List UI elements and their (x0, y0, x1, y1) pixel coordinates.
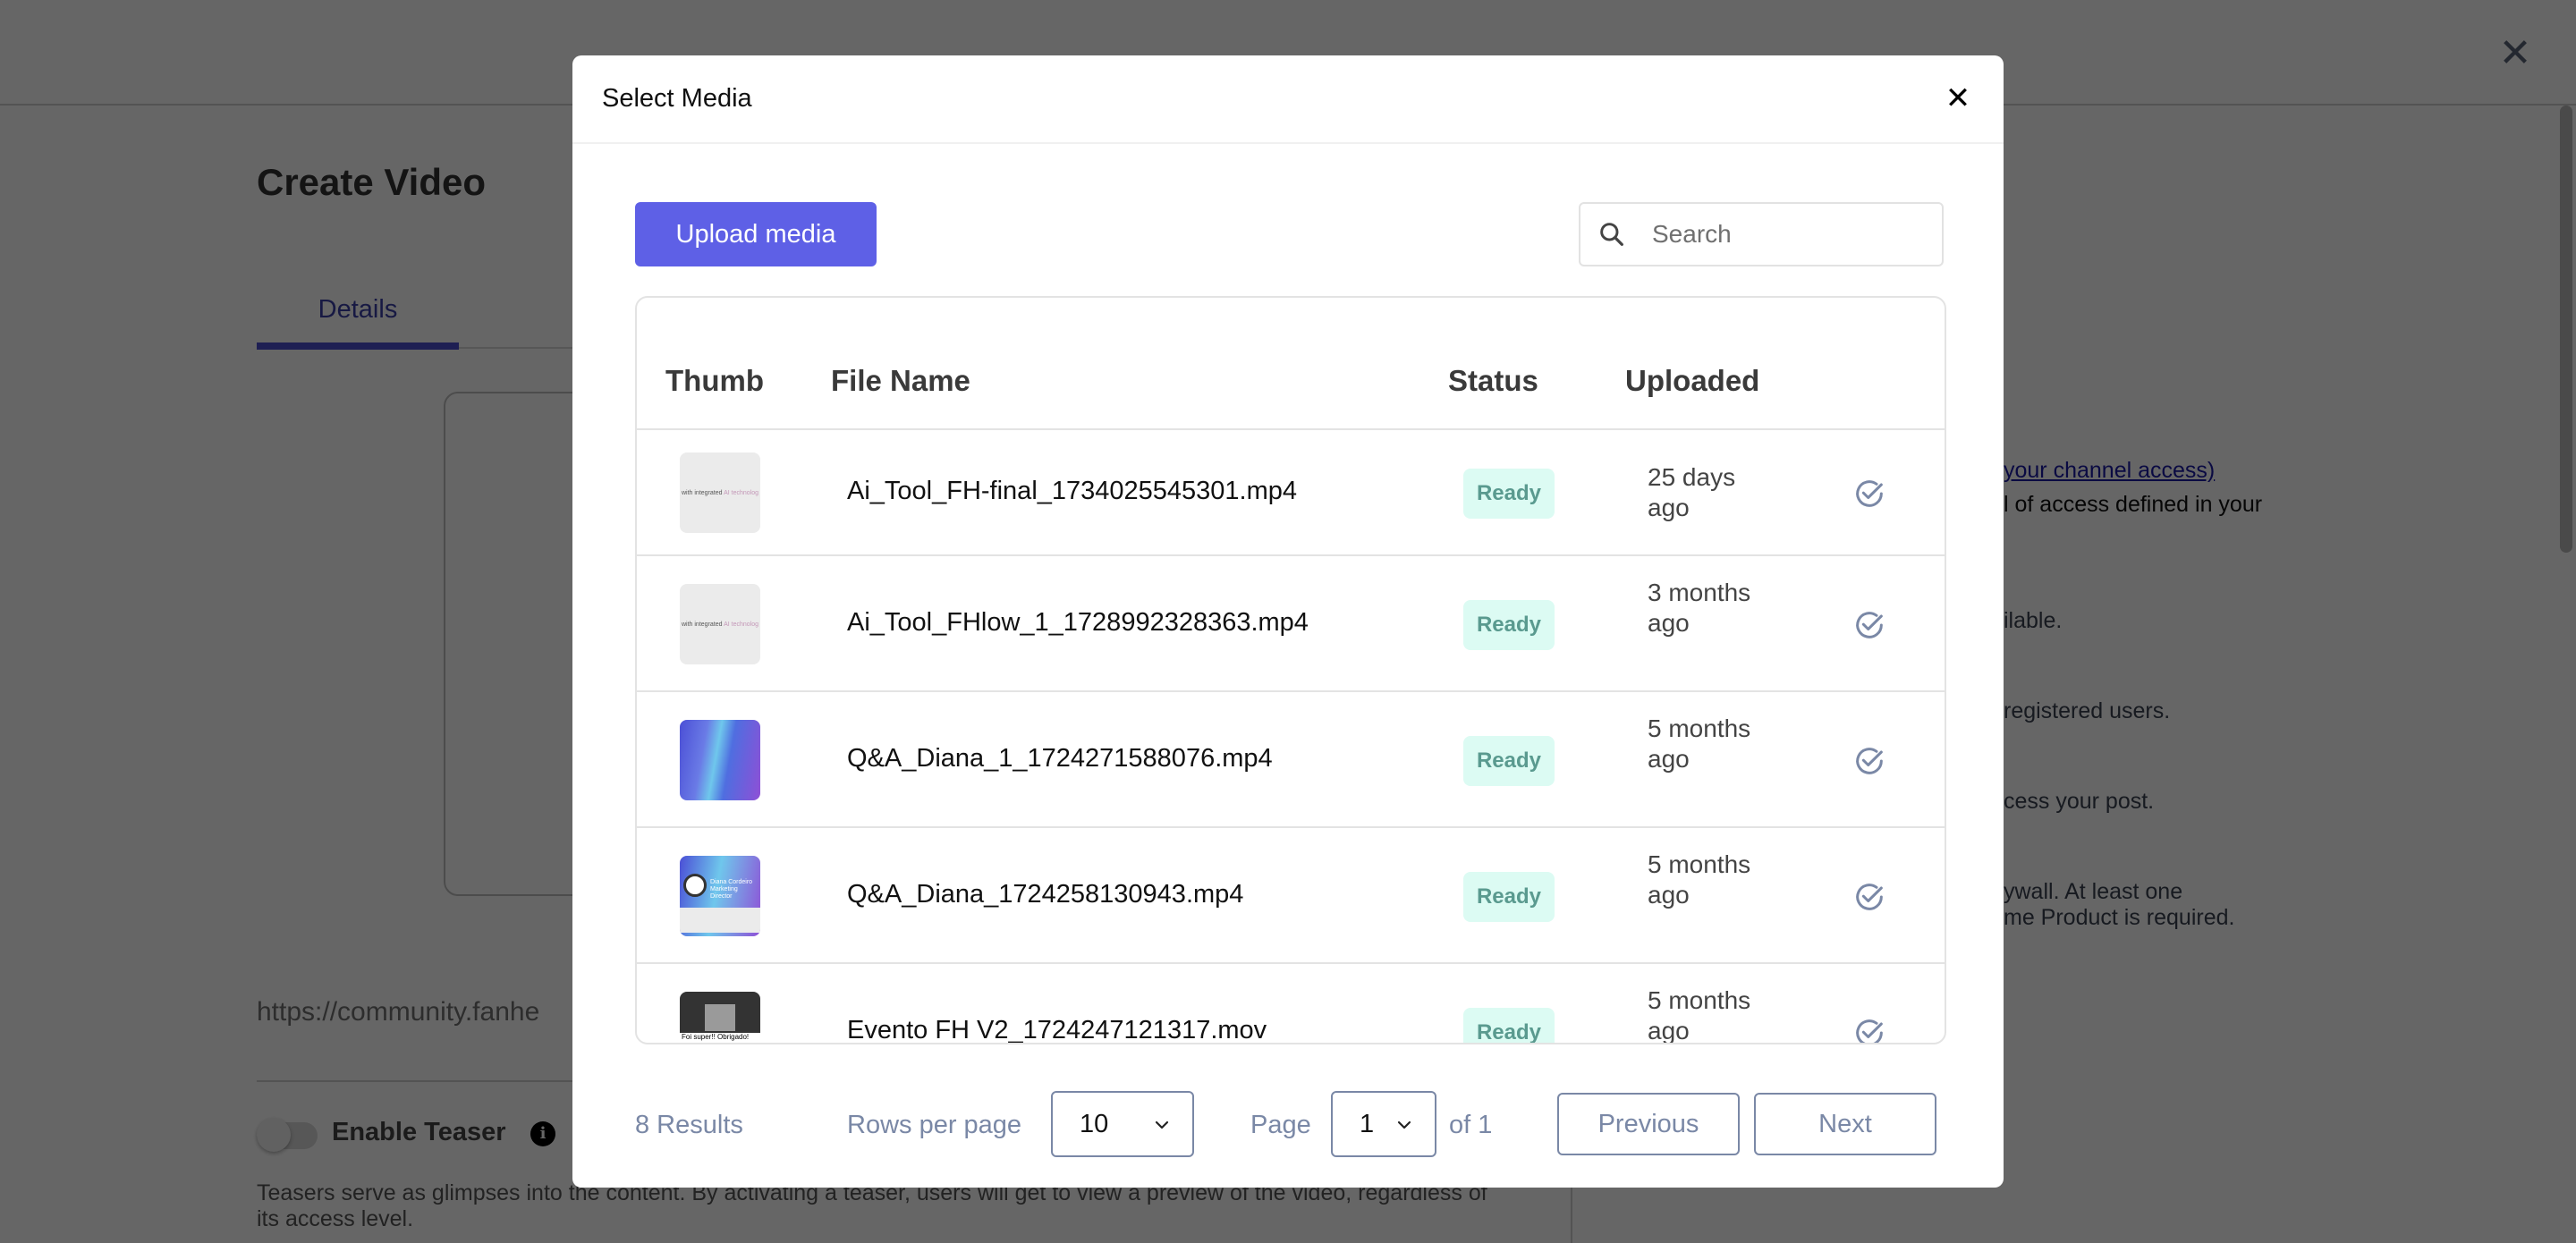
modal-title: Select Media (602, 84, 752, 113)
video-thumbnail: with integrated AI technolog (680, 452, 760, 533)
thumbnail-caption-accent: AI technolog (724, 489, 758, 496)
search-icon (1580, 202, 1643, 266)
video-thumbnail (680, 720, 760, 800)
media-table: Thumb File Name Status Uploaded with int… (635, 296, 1946, 1044)
thumbnail-caption: Foi super!! Obrigado! Tudo perfeito como… (680, 1033, 760, 1043)
rows-per-page-value: 10 (1080, 1109, 1109, 1138)
status-badge: Ready (1463, 736, 1555, 786)
table-row[interactable]: Diana Cordeiro Marketing Director Q&A_Dia… (637, 828, 1945, 964)
table-row[interactable]: with integrated AI technolog Ai_Tool_FHl… (637, 556, 1945, 692)
select-check-icon[interactable] (1852, 743, 1887, 779)
previous-page-button[interactable]: Previous (1557, 1093, 1740, 1155)
page-value: 1 (1360, 1109, 1375, 1138)
file-name: Q&A_Diana_1724258130943.mp4 (847, 880, 1244, 909)
select-check-icon[interactable] (1852, 1015, 1887, 1044)
video-thumbnail: Diana Cordeiro Marketing Director (680, 856, 760, 936)
page-select[interactable]: 1 (1331, 1091, 1436, 1157)
search-input[interactable] (1652, 207, 1920, 261)
chevron-down-icon (1397, 1120, 1411, 1129)
thumbnail-caption-accent: AI technolog (724, 621, 758, 628)
thumbnail-scene (705, 1004, 735, 1031)
rows-per-page-select[interactable]: 10 (1051, 1091, 1194, 1157)
table-row[interactable]: Foi super!! Obrigado! Tudo perfeito como… (637, 964, 1945, 1044)
pagination-bar: 8 Results Rows per page 10 Page 1 of 1 P… (572, 1091, 2004, 1163)
page-total: of 1 (1449, 1111, 1493, 1139)
select-check-icon[interactable] (1852, 476, 1887, 512)
column-header-thumb: Thumb (665, 364, 764, 397)
search-field[interactable] (1579, 202, 1944, 266)
uploaded-time: 3 months ago (1648, 579, 1751, 637)
select-check-icon[interactable] (1852, 607, 1887, 643)
thumbnail-caption: with integrated (681, 489, 723, 496)
column-header-file-name: File Name (831, 364, 970, 397)
select-check-icon[interactable] (1852, 879, 1887, 915)
uploaded-time: 5 months ago (1648, 850, 1751, 909)
thumbnail-caption: with integrated (681, 621, 723, 628)
table-header: Thumb File Name Status Uploaded (637, 298, 1945, 430)
file-name: Ai_Tool_FHlow_1_1728992328363.mp4 (847, 608, 1309, 637)
close-icon[interactable]: ✕ (1943, 80, 1973, 116)
uploaded-time: 5 months ago (1648, 986, 1751, 1044)
table-row[interactable]: with integrated AI technolog Ai_Tool_FH-… (637, 430, 1945, 556)
chevron-down-icon (1155, 1120, 1169, 1129)
file-name: Evento FH V2_1724247121317.mov (847, 1016, 1267, 1044)
file-name: Ai_Tool_FH-final_1734025545301.mp4 (847, 477, 1298, 505)
status-badge: Ready (1463, 1008, 1555, 1043)
next-page-button[interactable]: Next (1754, 1093, 1936, 1155)
video-thumbnail: with integrated AI technolog (680, 584, 760, 664)
page-label: Page (1250, 1111, 1311, 1139)
status-badge: Ready (1463, 600, 1555, 650)
file-name: Q&A_Diana_1_1724271588076.mp4 (847, 744, 1273, 773)
table-row[interactable]: Q&A_Diana_1_1724271588076.mp4 Ready 5 mo… (637, 692, 1945, 828)
status-badge: Ready (1463, 469, 1555, 519)
uploaded-time: 25 days ago (1648, 463, 1736, 521)
thumbnail-caption: Diana Cordeiro Marketing Director (710, 879, 753, 900)
rows-per-page-label: Rows per page (847, 1111, 1022, 1139)
avatar (683, 874, 707, 897)
modal-header: Select Media ✕ (572, 55, 2004, 144)
column-header-uploaded: Uploaded (1625, 364, 1760, 397)
uploaded-time: 5 months ago (1648, 715, 1751, 773)
select-media-modal: Select Media ✕ Upload media Thumb File N… (572, 55, 2004, 1188)
upload-media-button[interactable]: Upload media (635, 202, 877, 266)
status-badge: Ready (1463, 872, 1555, 922)
thumbnail-band (680, 908, 760, 933)
results-count: 8 Results (635, 1111, 743, 1139)
video-thumbnail: Foi super!! Obrigado! Tudo perfeito como… (680, 992, 760, 1043)
column-header-status: Status (1448, 364, 1538, 397)
